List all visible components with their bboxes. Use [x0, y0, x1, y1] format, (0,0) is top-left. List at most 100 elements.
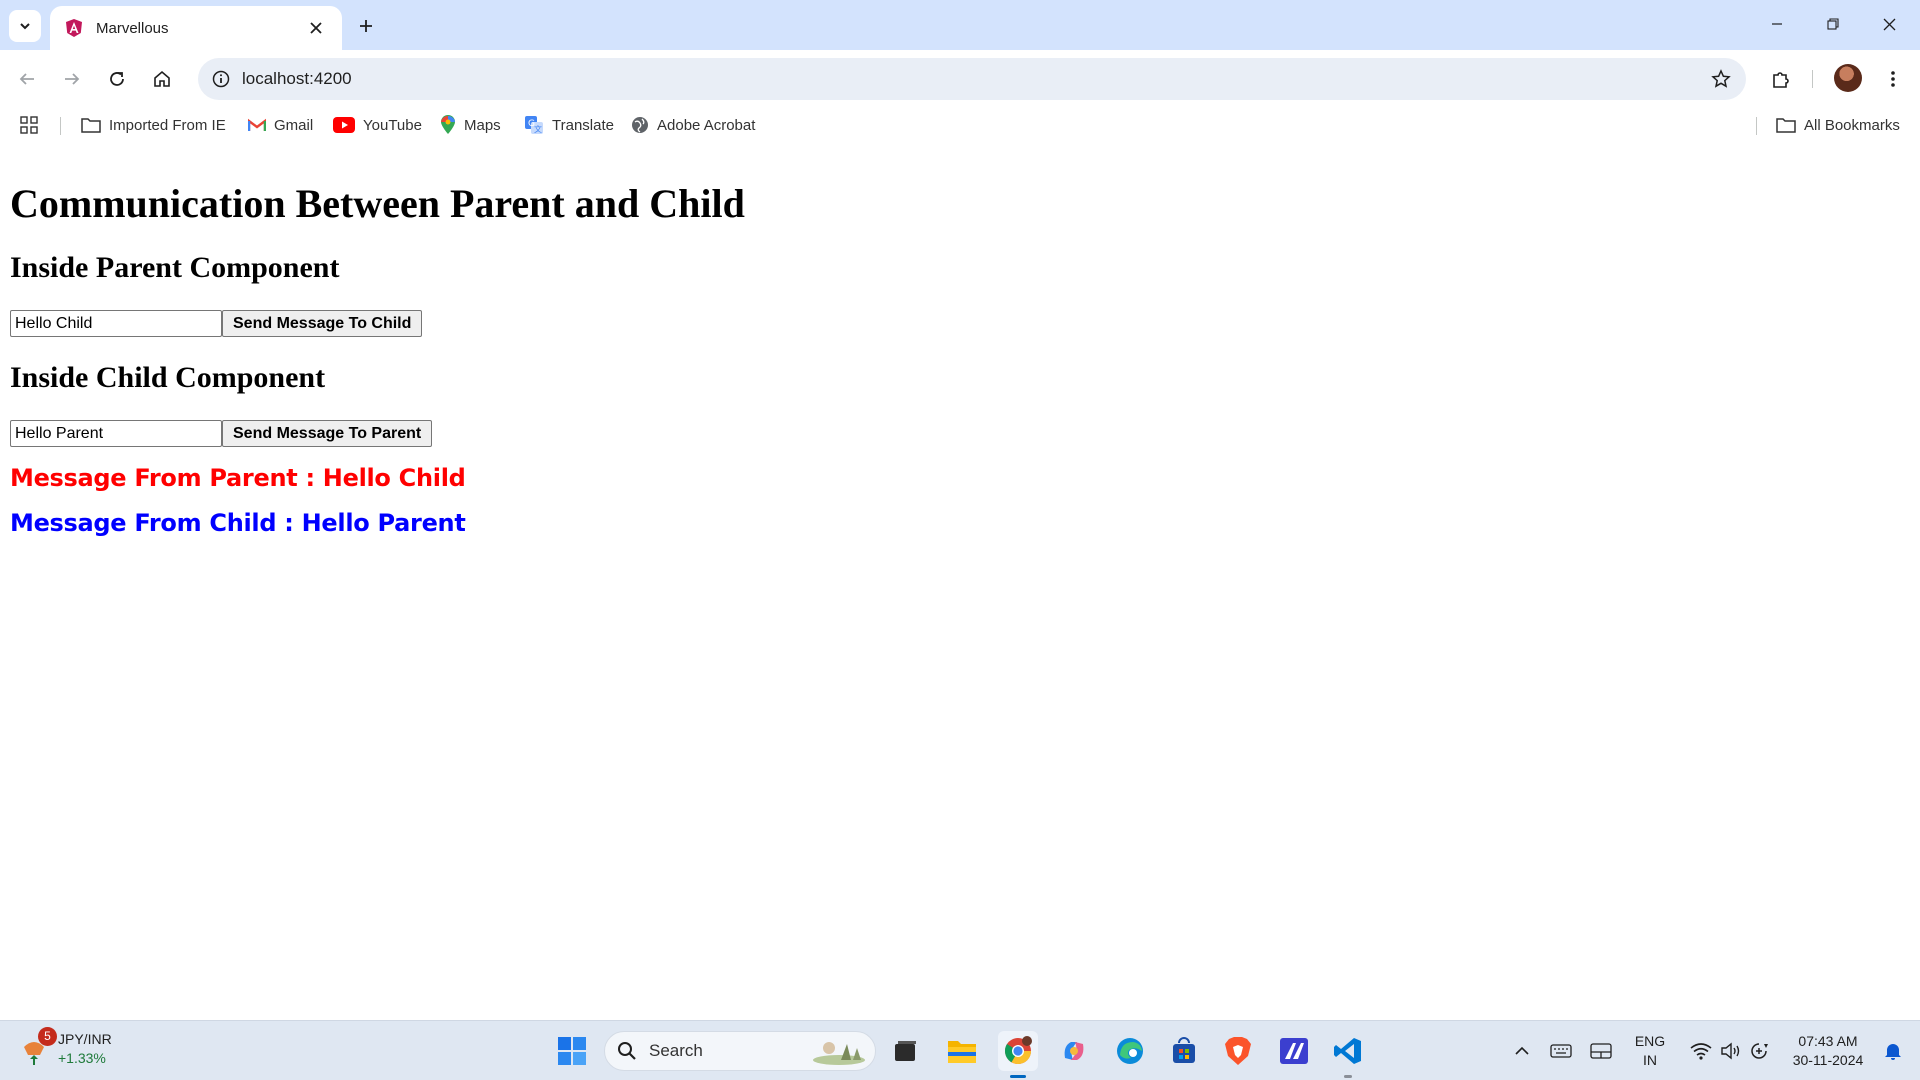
- show-hidden-icons-button[interactable]: [1503, 1031, 1541, 1071]
- bookmark-label: YouTube: [363, 116, 422, 134]
- browser-toolbar: localhost:4200: [0, 50, 1920, 108]
- widget-title: JPY/INR: [58, 1031, 112, 1047]
- url-text[interactable]: localhost:4200: [242, 69, 352, 89]
- app-button[interactable]: [1274, 1031, 1314, 1071]
- reload-button[interactable]: [100, 62, 134, 96]
- home-button[interactable]: [145, 62, 179, 96]
- bookmark-label: Maps: [464, 116, 501, 134]
- browser-tab[interactable]: Marvellous: [50, 6, 342, 50]
- menu-button[interactable]: [1876, 62, 1910, 96]
- angular-icon: [66, 19, 82, 37]
- close-icon: [1883, 18, 1895, 30]
- bookmark-youtube[interactable]: YouTube: [333, 112, 422, 138]
- clock-date: 30-11-2024: [1792, 1052, 1864, 1068]
- store-button[interactable]: [1164, 1031, 1204, 1071]
- notifications-button[interactable]: [1876, 1031, 1910, 1071]
- parent-message-input[interactable]: [10, 310, 222, 337]
- bookmark-divider: [60, 117, 61, 135]
- site-info-button[interactable]: [206, 64, 236, 94]
- folder-icon: [1776, 118, 1796, 133]
- reload-icon: [110, 72, 124, 86]
- brave-icon: [1225, 1037, 1251, 1065]
- stock-widget[interactable]: 5 JPY/INR +1.33%: [20, 1027, 112, 1069]
- maps-icon: [441, 115, 455, 134]
- tab-strip: Marvellous: [0, 0, 1920, 50]
- folder-icon: [948, 1041, 976, 1063]
- child-message-input[interactable]: [10, 420, 222, 447]
- vscode-button[interactable]: [1328, 1031, 1368, 1078]
- volume-icon: [1721, 1042, 1740, 1060]
- vscode-icon: [1334, 1038, 1361, 1064]
- notification-badge: 5: [38, 1027, 57, 1046]
- search-label: Search: [649, 1041, 703, 1060]
- widget-text: JPY/INR +1.33%: [58, 1030, 112, 1068]
- quick-settings-button[interactable]: [1680, 1031, 1780, 1071]
- restore-button[interactable]: [1810, 6, 1856, 42]
- task-view-icon: [895, 1041, 916, 1061]
- widget-change: +1.33%: [58, 1050, 106, 1066]
- new-tab-button[interactable]: [352, 12, 380, 40]
- parent-form: Send Message To Child: [10, 310, 423, 337]
- chevron-down-icon: [20, 23, 30, 30]
- forward-button[interactable]: [55, 62, 89, 96]
- search-highlight-icon: [813, 1042, 865, 1065]
- taskbar-search[interactable]: Search: [604, 1031, 876, 1071]
- battery-saver-icon: [1751, 1043, 1768, 1059]
- store-icon: [1173, 1037, 1195, 1063]
- display-button[interactable]: [1583, 1031, 1619, 1071]
- tab-close-button[interactable]: [304, 16, 328, 40]
- file-explorer-button[interactable]: [942, 1031, 982, 1071]
- address-bar[interactable]: localhost:4200: [198, 58, 1746, 100]
- clock-time: 07:43 AM: [1798, 1033, 1858, 1049]
- keyboard-button[interactable]: [1543, 1031, 1579, 1071]
- copilot-button[interactable]: [1054, 1031, 1094, 1071]
- search-icon: [618, 1042, 636, 1060]
- region-code: IN: [1643, 1052, 1657, 1068]
- page-title: Communication Between Parent and Child: [10, 181, 745, 226]
- bookmark-label: Gmail: [274, 116, 314, 134]
- message-from-parent: Message From Parent : Hello Child: [10, 464, 466, 492]
- bookmark-imported-from-ie[interactable]: Imported From IE: [81, 112, 226, 138]
- plus-icon: [360, 20, 372, 32]
- chrome-taskbar-button[interactable]: [998, 1031, 1038, 1078]
- language-indicator[interactable]: ENG IN: [1630, 1032, 1670, 1070]
- bookmark-star-button[interactable]: [1706, 64, 1736, 94]
- arrow-right-icon: [65, 73, 80, 85]
- restore-icon: [1827, 18, 1839, 30]
- display-icon: [1590, 1043, 1612, 1059]
- bookmark-adobe-acrobat[interactable]: Adobe Acrobat: [631, 112, 755, 138]
- folder-icon: [81, 118, 101, 133]
- back-button[interactable]: [10, 62, 44, 96]
- bookmark-maps[interactable]: Maps: [440, 112, 501, 138]
- send-to-parent-button[interactable]: Send Message To Parent: [222, 420, 433, 447]
- tab-title: Marvellous: [96, 19, 169, 37]
- edge-icon: [1117, 1038, 1143, 1064]
- send-to-child-button[interactable]: Send Message To Child: [222, 310, 423, 337]
- tab-search-button[interactable]: [9, 10, 41, 42]
- gmail-icon: [248, 118, 266, 131]
- chevron-up-icon: [1515, 1046, 1529, 1055]
- close-window-button[interactable]: [1866, 6, 1912, 42]
- svg-text:文: 文: [534, 124, 542, 134]
- edge-button[interactable]: [1110, 1031, 1150, 1071]
- bookmark-label: Adobe Acrobat: [657, 116, 756, 134]
- apps-button[interactable]: [20, 112, 46, 138]
- child-form: Send Message To Parent: [10, 420, 433, 447]
- active-indicator: [1010, 1075, 1026, 1078]
- app-icon: [1280, 1038, 1308, 1064]
- start-button[interactable]: [552, 1031, 592, 1071]
- extensions-button[interactable]: [1764, 62, 1798, 96]
- star-icon: [1711, 69, 1731, 88]
- parent-heading: Inside Parent Component: [10, 251, 340, 284]
- task-view-button[interactable]: [886, 1031, 926, 1071]
- puzzle-icon: [1773, 72, 1789, 88]
- clock[interactable]: 07:43 AM 30-11-2024: [1782, 1032, 1874, 1070]
- minimize-icon: [1772, 23, 1782, 25]
- minimize-button[interactable]: [1754, 6, 1800, 42]
- bookmark-label: Imported From IE: [109, 116, 226, 134]
- all-bookmarks-button[interactable]: All Bookmarks: [1776, 112, 1900, 138]
- bookmark-gmail[interactable]: Gmail: [248, 112, 313, 138]
- avatar[interactable]: [1834, 64, 1862, 92]
- brave-button[interactable]: [1218, 1031, 1258, 1071]
- bookmark-translate[interactable]: G文 Translate: [524, 112, 614, 138]
